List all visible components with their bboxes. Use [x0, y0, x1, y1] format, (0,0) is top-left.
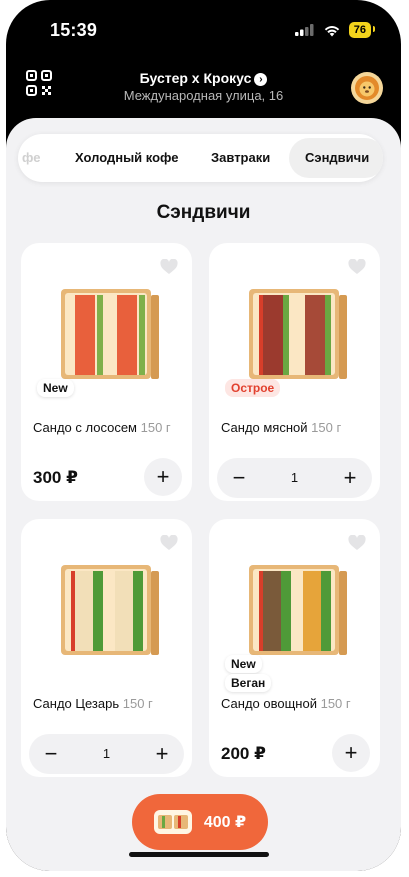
status-icons: 76	[294, 22, 376, 38]
sandwich-image	[61, 565, 159, 655]
product-card[interactable]: New Веган Сандо овощной 150 г 200 ₽ +	[209, 519, 380, 777]
product-title: Сандо Цезарь	[33, 696, 120, 711]
product-weight: 150 г	[140, 420, 171, 435]
menu-sheet: фе Холодный кофе Завтраки Сэндвичи Сэндв…	[6, 118, 401, 871]
product-weight: 150 г	[122, 696, 153, 711]
product-weight: 150 г	[311, 420, 342, 435]
badge-new: New	[37, 379, 74, 397]
phone-frame: 15:39 76 Бустер х Крокус › Международная…	[6, 0, 401, 871]
store-selector[interactable]: Бустер х Крокус ›	[6, 70, 401, 86]
cart-total: 400 ₽	[203, 814, 247, 831]
tab-sandwiches[interactable]: Сэндвичи	[289, 138, 383, 178]
product-price: 300 ₽	[33, 468, 78, 487]
product-card[interactable]: Сандо Цезарь 150 г − 1 +	[21, 519, 192, 777]
add-to-cart-button[interactable]: +	[332, 734, 370, 772]
avatar[interactable]	[351, 72, 383, 104]
increase-button[interactable]: +	[330, 458, 370, 498]
product-name: Сандо овощной 150 г	[221, 696, 351, 711]
tab-coffee[interactable]: фе	[22, 134, 40, 182]
badge-vegan: Веган	[225, 674, 272, 692]
product-price: 200 ₽	[221, 744, 266, 763]
sandwich-image	[249, 289, 347, 379]
plus-icon: +	[344, 740, 358, 765]
sandwich-icon	[157, 815, 188, 829]
heart-icon[interactable]	[160, 535, 178, 551]
wifi-icon	[324, 25, 339, 36]
product-name: Сандо с лососем 150 г	[33, 420, 171, 435]
tab-breakfast[interactable]: Завтраки	[211, 134, 270, 182]
product-weight: 150 г	[320, 696, 351, 711]
category-tabs: фе Холодный кофе Завтраки Сэндвичи	[18, 134, 383, 182]
product-card[interactable]: New Сандо с лососем 150 г 300 ₽ +	[21, 243, 192, 501]
product-name: Сандо мясной 150 г	[221, 420, 341, 435]
product-title: Сандо с лососем	[33, 420, 137, 435]
store-name: Бустер х Крокус	[139, 70, 252, 86]
section-title: Сэндвичи	[156, 202, 251, 223]
status-bar: 15:39 76	[6, 0, 401, 58]
heart-icon[interactable]	[160, 259, 178, 275]
badge-spicy: Острое	[225, 379, 281, 397]
product-name: Сандо Цезарь 150 г	[33, 696, 153, 711]
cart-button[interactable]: 400 ₽	[132, 794, 268, 850]
chevron-right-icon: ›	[254, 73, 268, 86]
signal-icon	[294, 24, 314, 36]
sandwich-image	[61, 289, 159, 379]
product-title: Сандо овощной	[221, 696, 317, 711]
product-card[interactable]: Острое Сандо мясной 150 г − 1 +	[209, 243, 380, 501]
heart-icon[interactable]	[348, 535, 366, 551]
cart-thumbnail	[153, 810, 192, 834]
badge-group: Острое	[225, 379, 281, 397]
badge-group: New	[37, 379, 74, 397]
tab-cold-coffee[interactable]: Холодный кофе	[75, 134, 179, 182]
app-header: Бустер х Крокус › Международная улица, 16	[6, 58, 401, 120]
lion-icon	[355, 76, 379, 100]
store-address[interactable]: Международная улица, 16	[6, 88, 401, 103]
status-time: 15:39	[50, 20, 98, 40]
increase-button[interactable]: +	[142, 734, 182, 774]
plus-icon: +	[156, 464, 170, 489]
quantity-stepper: − 1 +	[29, 734, 184, 774]
add-to-cart-button[interactable]: +	[144, 458, 182, 496]
quantity-stepper: − 1 +	[217, 458, 372, 498]
product-title: Сандо мясной	[221, 420, 308, 435]
sandwich-image	[249, 565, 347, 655]
home-indicator[interactable]	[129, 852, 269, 857]
heart-icon[interactable]	[348, 259, 366, 275]
badge-new: New	[225, 655, 262, 673]
battery-indicator: 76	[348, 22, 376, 38]
badge-group: New Веган	[225, 655, 272, 692]
